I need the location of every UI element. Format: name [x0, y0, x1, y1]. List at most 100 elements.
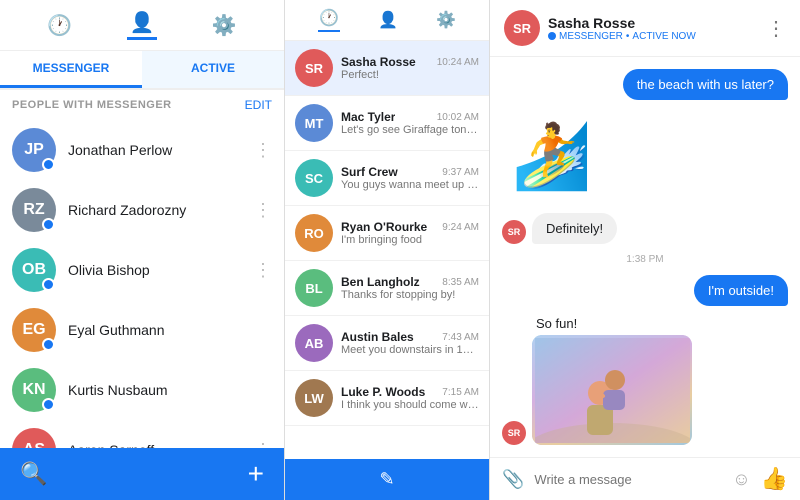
more-icon[interactable]: ⋮ [246, 140, 272, 161]
conv-time: 9:24 AM [442, 222, 479, 233]
compose-button[interactable]: ✎ [379, 469, 394, 490]
conversation-item[interactable]: SC Surf Crew 9:37 AM You guys wanna meet… [285, 151, 489, 206]
online-badge [42, 338, 55, 351]
message-input[interactable] [534, 468, 722, 491]
conv-avatar: SR [295, 49, 333, 87]
clock-icon[interactable]: 🕐 [47, 13, 72, 38]
list-item[interactable]: RZ Richard Zadorozny ⋮ [0, 180, 284, 240]
right-contact-name: Sasha Rosse [548, 15, 696, 31]
people-label: PEOPLE WITH MESSENGER [12, 99, 172, 111]
more-icon[interactable]: ⋮ [246, 440, 272, 449]
mid-clock-icon[interactable]: 🕐 [318, 8, 340, 32]
message-bubble: I'm outside! [694, 275, 788, 306]
attach-icon[interactable]: 📎 [502, 469, 524, 490]
left-bottom-bar: 🔍 + [0, 448, 284, 500]
tab-bar: MESSENGER ACTIVE [0, 51, 284, 90]
incoming-message-wrap: SR Definitely! [502, 213, 617, 244]
conv-name: Ben Langholz [341, 275, 420, 289]
conv-name: Mac Tyler [341, 110, 395, 124]
conv-info: Surf Crew 9:37 AM You guys wanna meet up… [341, 165, 479, 191]
contact-name: Aaron Sarnoff [68, 442, 246, 448]
conv-time: 8:35 AM [442, 277, 479, 288]
conv-preview: Let's go see Giraffage tonight! [341, 124, 479, 136]
conv-avatar: RO [295, 214, 333, 252]
more-icon[interactable]: ⋮ [246, 260, 272, 281]
image-message-wrap: SR So fun! [502, 316, 692, 445]
online-badge [42, 158, 55, 171]
avatar: AS [12, 428, 56, 448]
conv-info: Sasha Rosse 10:24 AM Perfect! [341, 55, 479, 81]
conv-avatar: BL [295, 269, 333, 307]
active-status: ACTIVE NOW [632, 31, 695, 42]
mid-header: 🕐 👤 ⚙️ [285, 0, 489, 41]
avatar-wrap: JP [12, 128, 56, 172]
time-label: 1:38 PM [626, 254, 663, 265]
mid-settings-icon[interactable]: ⚙️ [436, 10, 456, 30]
conv-preview: Meet you downstairs in 15 mi... [341, 344, 479, 356]
right-panel: SR Sasha Rosse MESSENGER • ACTIVE NOW ⋮ … [490, 0, 800, 500]
conv-info: Austin Bales 7:43 AM Meet you downstairs… [341, 330, 479, 356]
conversation-item[interactable]: BL Ben Langholz 8:35 AM Thanks for stopp… [285, 261, 489, 316]
conversation-item[interactable]: LW Luke P. Woods 7:15 AM I think you sho… [285, 371, 489, 426]
sender-avatar: SR [502, 421, 526, 445]
list-item[interactable]: KN Kurtis Nusbaum [0, 360, 284, 420]
message-bubble: the beach with us later? [623, 69, 788, 100]
contact-name: Olivia Bishop [68, 262, 246, 278]
conv-info: Ben Langholz 8:35 AM Thanks for stopping… [341, 275, 479, 301]
conv-avatar: SC [295, 159, 333, 197]
conv-time: 10:02 AM [437, 112, 479, 123]
conv-preview: I'm bringing food [341, 234, 479, 246]
conv-avatar: LW [295, 379, 333, 417]
conversation-item[interactable]: MT Mac Tyler 10:02 AM Let's go see Giraf… [285, 96, 489, 151]
more-options-icon[interactable]: ⋮ [766, 16, 786, 41]
conversation-item[interactable]: AB Austin Bales 7:43 AM Meet you downsta… [285, 316, 489, 371]
list-item[interactable]: OB Olivia Bishop ⋮ [0, 240, 284, 300]
conv-name: Sasha Rosse [341, 55, 416, 69]
contact-list: JP Jonathan Perlow ⋮ RZ Richard Zadorozn… [0, 120, 284, 448]
conv-time: 9:37 AM [442, 167, 479, 178]
compose-icon[interactable]: + [248, 458, 264, 490]
list-item[interactable]: JP Jonathan Perlow ⋮ [0, 120, 284, 180]
conv-preview: I think you should come with... [341, 399, 479, 411]
image-caption: So fun! [532, 316, 692, 331]
mid-profile-icon[interactable]: 👤 [378, 10, 398, 30]
contact-name: Eyal Guthmann [68, 322, 272, 338]
online-badge [42, 218, 55, 231]
like-icon[interactable]: 👍 [761, 466, 788, 492]
image-content: So fun! [532, 316, 692, 445]
conv-info: Mac Tyler 10:02 AM Let's go see Giraffag… [341, 110, 479, 136]
conv-avatar: MT [295, 104, 333, 142]
list-item[interactable]: AS Aaron Sarnoff ⋮ [0, 420, 284, 448]
conv-preview: You guys wanna meet up tom... [341, 179, 479, 191]
settings-icon[interactable]: ⚙️ [212, 13, 237, 38]
search-icon[interactable]: 🔍 [20, 461, 47, 487]
conv-name: Luke P. Woods [341, 385, 425, 399]
edit-button[interactable]: EDIT [245, 98, 272, 112]
conversation-list: SR Sasha Rosse 10:24 AM Perfect! MT Mac … [285, 41, 489, 459]
profile-icon[interactable]: 👤 [127, 10, 157, 40]
conv-time: 7:43 AM [442, 332, 479, 343]
contact-name: Richard Zadorozny [68, 202, 246, 218]
conv-name: Austin Bales [341, 330, 414, 344]
message-bubble: Definitely! [532, 213, 617, 244]
more-icon[interactable]: ⋮ [246, 200, 272, 221]
conv-info: Ryan O'Rourke 9:24 AM I'm bringing food [341, 220, 479, 246]
shared-image [532, 335, 692, 445]
tab-active[interactable]: ACTIVE [142, 51, 284, 88]
conv-avatar: AB [295, 324, 333, 362]
conv-preview: Thanks for stopping by! [341, 289, 479, 301]
sticker-message: 🏄 [502, 110, 602, 203]
active-dot [548, 32, 556, 40]
conv-info: Luke P. Woods 7:15 AM I think you should… [341, 385, 479, 411]
right-header: SR Sasha Rosse MESSENGER • ACTIVE NOW ⋮ [490, 0, 800, 57]
list-item[interactable]: EG Eyal Guthmann [0, 300, 284, 360]
contact-name: Kurtis Nusbaum [68, 382, 272, 398]
avatar-wrap: EG [12, 308, 56, 352]
mid-bottom-bar: ✎ [285, 459, 489, 500]
avatar-wrap: KN [12, 368, 56, 412]
conversation-item[interactable]: RO Ryan O'Rourke 9:24 AM I'm bringing fo… [285, 206, 489, 261]
people-header: PEOPLE WITH MESSENGER EDIT [0, 90, 284, 120]
emoji-icon[interactable]: ☺ [732, 469, 750, 490]
conversation-item[interactable]: SR Sasha Rosse 10:24 AM Perfect! [285, 41, 489, 96]
tab-messenger[interactable]: MESSENGER [0, 51, 142, 88]
